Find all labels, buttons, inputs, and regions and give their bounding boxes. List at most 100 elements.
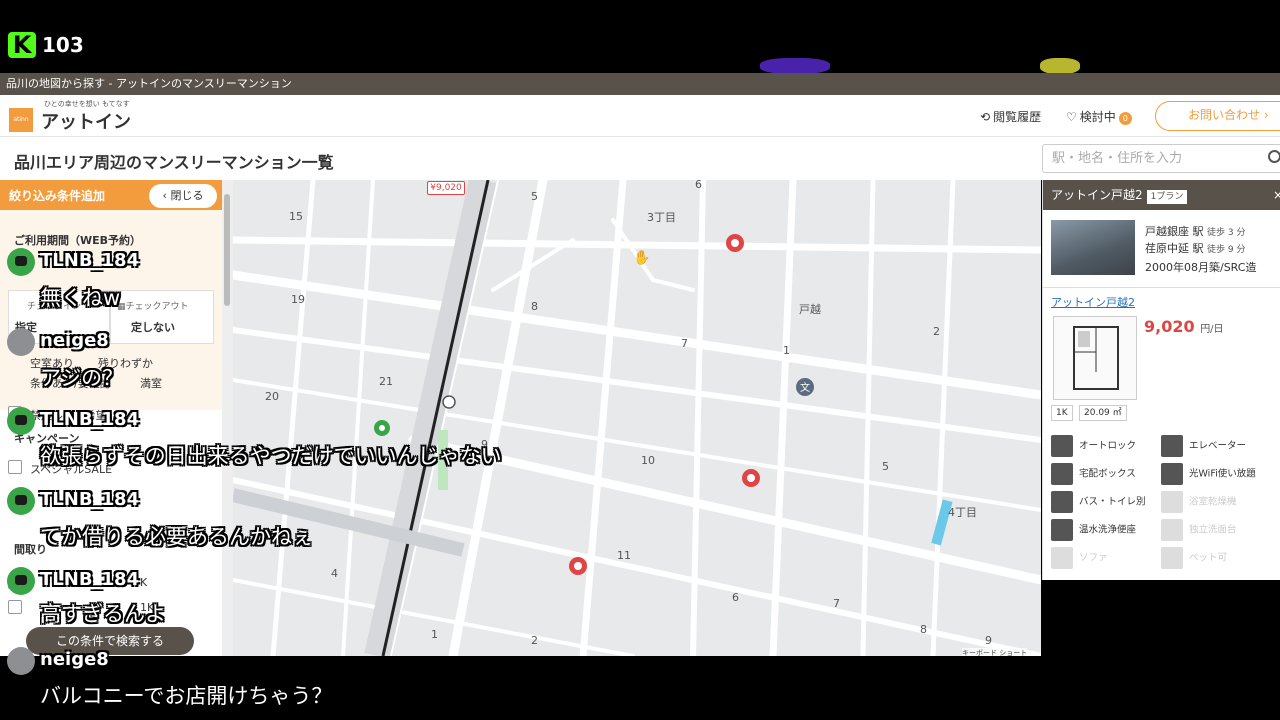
- map-label: 20: [265, 390, 279, 403]
- floor-plan-image[interactable]: [1053, 316, 1137, 400]
- map-price-pin[interactable]: ¥9,020: [427, 181, 465, 195]
- map-label: 10: [641, 454, 655, 467]
- checkout-value: 定しない: [131, 321, 175, 334]
- building-photo[interactable]: [1051, 220, 1135, 275]
- chat-message: 欲張らずその日出来るやつだけでいいんじゃない: [40, 444, 502, 468]
- map-label: 6: [732, 591, 739, 604]
- station-icon: [442, 395, 456, 409]
- station-2-walk: 徒歩 9 分: [1207, 245, 1246, 255]
- property-pin-icon[interactable]: [742, 469, 760, 487]
- property-detail-panel: アットイン戸越2 1プラン × 戸越銀座 駅 徒歩 3 分 荏原中延 駅 徒歩 9…: [1042, 180, 1280, 580]
- chat-username: TLNB_184: [40, 569, 140, 590]
- amenity-label: 独立洗面台: [1189, 524, 1237, 536]
- chat-username: TLNB_184: [40, 409, 140, 430]
- elevator-icon: [1161, 435, 1183, 457]
- map-view[interactable]: 15 5 6 3丁目 19 8 戸越 2 7 1 21 20 9 10 5 4丁…: [233, 180, 1041, 656]
- map-label: 4: [331, 567, 338, 580]
- favorites-link[interactable]: ♡ 検討中 0: [1066, 108, 1132, 125]
- amenity-label: エレベーター: [1189, 440, 1247, 452]
- map-label: 8: [920, 623, 927, 636]
- wifi-icon: [1161, 463, 1183, 485]
- neon-decoration: [1040, 58, 1080, 74]
- amenity-autolock: オートロック: [1051, 435, 1136, 457]
- location-search-input[interactable]: 駅・地名・住所を入力: [1042, 144, 1280, 173]
- map-label: 21: [379, 375, 393, 388]
- inquiry-label: お問い合わせ: [1188, 108, 1261, 122]
- amenity-label: 光WiFi使い放題: [1189, 468, 1256, 480]
- map-label: 9: [985, 634, 992, 647]
- amenity-washlet: 温水洗浄便座: [1051, 519, 1136, 541]
- chevron-right-icon: ›: [1260, 108, 1269, 122]
- map-label: 6: [695, 180, 702, 191]
- amenity-label: バス・トイレ別: [1079, 496, 1146, 508]
- brand-name[interactable]: アットイン: [41, 108, 131, 134]
- map-label: 戸越: [799, 302, 821, 316]
- autolock-icon: [1051, 435, 1073, 457]
- sub-header: 品川エリア周辺のマンスリーマンション一覧 駅・地名・住所を入力: [0, 137, 1280, 180]
- amenity-bath-toilet: バス・トイレ別: [1051, 491, 1146, 513]
- chat-avatar: [7, 487, 35, 515]
- chat-avatar: [7, 647, 35, 675]
- amenity-pet: ペット可: [1161, 547, 1227, 569]
- layout-checkbox-2[interactable]: [8, 600, 22, 614]
- hand-cursor-icon: ✋: [633, 249, 650, 266]
- scrollbar-thumb[interactable]: [224, 194, 230, 306]
- inquiry-button[interactable]: お問い合わせ ›: [1155, 101, 1280, 131]
- checkout-label-wrap: ▦チェックアウト: [117, 299, 189, 312]
- filter-header: 絞り込み条件追加 ‹ 閉じる: [0, 180, 233, 210]
- search-icon[interactable]: [1268, 150, 1280, 163]
- close-icon[interactable]: ×: [1273, 180, 1280, 210]
- map-label: 3丁目: [647, 211, 676, 224]
- map-label: 11: [617, 549, 631, 562]
- property-title: アットイン戸越2: [1051, 188, 1143, 202]
- chat-message: てか借りる必要あるんかねぇ: [40, 525, 313, 549]
- price-value: 9,020: [1144, 317, 1195, 336]
- chat-avatar: [7, 567, 35, 595]
- area-tag: 20.09 ㎡: [1079, 405, 1127, 421]
- viewer-count: 103: [42, 33, 84, 57]
- map-label: 5: [882, 460, 889, 473]
- price-unit: 円/日: [1200, 324, 1224, 335]
- filter-scrollbar[interactable]: [222, 180, 233, 656]
- map-label: 2: [933, 325, 940, 338]
- chat-username: TLNB_184: [40, 250, 140, 271]
- svg-text:文: 文: [800, 381, 810, 394]
- plan-badge: 1プラン: [1146, 190, 1188, 204]
- atinn-logo[interactable]: atinn: [9, 108, 33, 132]
- park-pin-icon: [374, 420, 390, 436]
- property-pin-icon[interactable]: [569, 557, 587, 575]
- chat-avatar: [7, 407, 35, 435]
- checkout-field[interactable]: ▦チェックアウト 定しない: [110, 290, 214, 344]
- chat-avatar: [7, 328, 35, 356]
- period-section-title: ご利用期間（WEB予約）: [14, 234, 142, 247]
- property-pin-icon[interactable]: [726, 234, 744, 252]
- chat-message: アジの？: [40, 366, 124, 390]
- amenity-label: オートロック: [1079, 440, 1137, 452]
- chat-message: 無くねw: [40, 286, 121, 310]
- divider: [1043, 287, 1280, 288]
- history-link[interactable]: ⟲ 閲覧履歴: [980, 108, 1041, 125]
- map-canvas[interactable]: 15 5 6 3丁目 19 8 戸越 2 7 1 21 20 9 10 5 4丁…: [233, 180, 1041, 656]
- amenity-wifi: 光WiFi使い放題: [1161, 463, 1256, 485]
- map-label: 19: [291, 293, 305, 306]
- property-detail-header: アットイン戸越2 1プラン ×: [1043, 180, 1280, 210]
- station-2-name: 荏原中延 駅: [1145, 242, 1204, 255]
- checkout-label: チェックアウト: [125, 302, 189, 312]
- layout-tag: 1K: [1051, 405, 1073, 421]
- history-label: 閲覧履歴: [993, 110, 1042, 124]
- map-label: 5: [531, 190, 538, 203]
- school-icon: 文: [796, 378, 814, 396]
- map-label: 4丁目: [948, 506, 977, 519]
- station-1-name: 戸越銀座 駅: [1145, 225, 1204, 238]
- sale-checkbox[interactable]: [8, 460, 22, 474]
- chat-message: 高すぎるんよ: [40, 602, 166, 626]
- close-filter-button[interactable]: ‹ 閉じる: [149, 184, 217, 208]
- amenity-elevator: エレベーター: [1161, 435, 1246, 457]
- property-price: 9,020 円/日: [1144, 317, 1224, 336]
- amenity-vanity: 独立洗面台: [1161, 519, 1237, 541]
- property-link[interactable]: アットイン戸越2: [1051, 294, 1135, 310]
- stream-top-bar: K 103: [0, 0, 1280, 74]
- amenity-sofa: ソファ: [1051, 547, 1108, 569]
- layout-option-1: K: [140, 576, 148, 589]
- amenity-dryer: 浴室乾燥機: [1161, 491, 1237, 513]
